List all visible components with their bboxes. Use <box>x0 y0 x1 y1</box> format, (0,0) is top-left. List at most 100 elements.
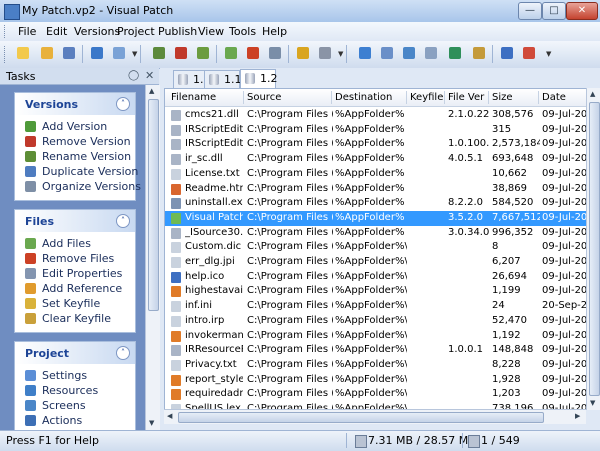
table-row[interactable]: Visual Patch.... C:\Program Files (...%Ap… <box>165 210 587 226</box>
build-icon[interactable] <box>294 44 312 62</box>
task-remove-files[interactable]: Remove Files <box>15 251 135 266</box>
column-resize-handle[interactable] <box>406 91 407 104</box>
column-header-filename[interactable]: Filename <box>171 92 216 103</box>
menu-view[interactable]: View <box>198 25 224 38</box>
task-add-version[interactable]: Add Version <box>15 119 135 134</box>
help-icon[interactable] <box>498 44 516 62</box>
table-row[interactable]: report_style... C:\Program Files (...%App… <box>165 373 587 388</box>
table-row[interactable]: Privacy.txt C:\Program Files (...%AppFold… <box>165 358 587 373</box>
task-add-reference[interactable]: Add Reference <box>15 281 135 296</box>
tasks-scrollbar[interactable]: ▲ ▼ <box>145 85 160 430</box>
rename-version-icon[interactable] <box>194 44 212 62</box>
tab-version-1-0[interactable]: 1.0 <box>173 70 211 88</box>
globe-icon[interactable] <box>446 44 464 62</box>
task-set-keyfile[interactable]: Set Keyfile <box>15 296 135 311</box>
column-header-source[interactable]: Source <box>247 92 281 103</box>
task-add-files[interactable]: Add Files <box>15 236 135 251</box>
menu-help[interactable]: Help <box>262 25 287 38</box>
menu-file[interactable]: File <box>18 25 36 38</box>
task-duplicate-version[interactable]: Duplicate Version <box>15 164 138 179</box>
column-resize-handle[interactable] <box>488 91 489 104</box>
pin-icon[interactable]: ◯ <box>128 70 139 81</box>
dropdown-arrow-icon[interactable]: ▼ <box>338 50 343 58</box>
table-row[interactable]: err_dlg.jpi C:\Program Files (...%AppFold… <box>165 255 587 270</box>
menu-edit[interactable]: Edit <box>46 25 67 38</box>
task-edit-properties[interactable]: Edit Properties <box>15 266 135 281</box>
task-clear-keyfile[interactable]: Clear Keyfile <box>15 311 135 326</box>
scroll-up-icon[interactable]: ▲ <box>149 87 154 95</box>
column-header-size[interactable]: Size <box>492 92 513 103</box>
check-icon[interactable] <box>356 44 374 62</box>
column-header-keyfile[interactable]: Keyfile <box>410 92 443 103</box>
column-header-destination[interactable]: Destination <box>335 92 392 103</box>
tab-version-1-1[interactable]: 1.1 <box>204 70 242 88</box>
remove-file-icon[interactable] <box>244 44 262 62</box>
publish-icon[interactable] <box>520 44 538 62</box>
attach-icon[interactable] <box>378 44 396 62</box>
table-row[interactable]: invokermani... C:\Program Files (...%AppF… <box>165 329 587 344</box>
task-actions[interactable]: Actions <box>15 413 135 428</box>
screen-icon[interactable] <box>400 44 418 62</box>
scroll-left-icon[interactable]: ◀ <box>167 412 172 420</box>
tasks-scroll-thumb[interactable] <box>148 99 159 311</box>
scroll-right-icon[interactable]: ▶ <box>575 412 580 420</box>
horizontal-scrollbar[interactable]: ◀ ▶ <box>164 409 586 424</box>
table-row[interactable]: requiredadmi... C:\Program Files (...%App… <box>165 387 587 402</box>
new-icon[interactable] <box>14 44 32 62</box>
table-row[interactable]: _ISource30.dll C:\Program Files (...%AppF… <box>165 226 587 241</box>
table-row[interactable]: ir_sc.dll C:\Program Files (...%AppFolder… <box>165 152 587 167</box>
table-row[interactable]: cmcs21.dll C:\Program Files (...%AppFolde… <box>165 108 587 123</box>
toolbar-gripper[interactable] <box>4 46 8 63</box>
menu-gripper[interactable] <box>4 25 8 38</box>
task-rename-version[interactable]: Rename Version <box>15 149 135 164</box>
column-resize-handle[interactable] <box>331 91 332 104</box>
dropdown-arrow-icon[interactable]: ▼ <box>132 50 137 58</box>
table-row[interactable]: Readme.htm C:\Program Files (...%AppFolde… <box>165 182 587 197</box>
menu-publish[interactable]: Publish <box>158 25 197 38</box>
column-resize-handle[interactable] <box>538 91 539 104</box>
add-version-icon[interactable] <box>150 44 168 62</box>
table-row[interactable]: inf.ini C:\Program Files (...%AppFolder%\… <box>165 299 587 314</box>
task-group-header[interactable]: Files ˄ <box>15 210 135 232</box>
column-resize-handle[interactable] <box>444 91 445 104</box>
task-remove-version[interactable]: Remove Version <box>15 134 135 149</box>
table-row[interactable]: highestavaila... C:\Program Files (...%Ap… <box>165 284 587 299</box>
close-button[interactable]: ✕ <box>566 2 598 20</box>
add-file-icon[interactable] <box>222 44 240 62</box>
table-row[interactable]: IRResourceR... C:\Program Files (...%AppF… <box>165 343 587 358</box>
remove-version-icon[interactable] <box>172 44 190 62</box>
task-organize-versions[interactable]: Organize Versions <box>15 179 141 194</box>
minimize-button[interactable]: — <box>518 2 542 20</box>
collapse-chevron-icon[interactable]: ˄ <box>116 346 130 360</box>
column-header-file-ver[interactable]: File Ver <box>448 92 484 103</box>
task-screens[interactable]: Screens <box>15 398 135 413</box>
menu-tools[interactable]: Tools <box>229 25 256 38</box>
table-row[interactable]: Custom.dic C:\Program Files (...%AppFolde… <box>165 240 587 255</box>
scroll-up-icon[interactable]: ▲ <box>590 90 595 98</box>
dropdown-arrow-icon[interactable]: ▼ <box>546 50 551 58</box>
scroll-down-icon[interactable]: ▼ <box>149 419 154 427</box>
task-resources[interactable]: Resources <box>15 383 135 398</box>
file-properties-icon[interactable] <box>266 44 284 62</box>
close-panel-icon[interactable]: ✕ <box>145 69 154 82</box>
save-icon[interactable] <box>60 44 78 62</box>
table-row[interactable]: help.ico C:\Program Files (...%AppFolder%… <box>165 270 587 285</box>
tab-version-1-2[interactable]: 1.2 <box>240 69 278 89</box>
scroll-down-icon[interactable]: ▼ <box>590 399 595 407</box>
maximize-button[interactable]: □ <box>542 2 566 20</box>
table-row[interactable]: License.txt C:\Program Files (...%AppFold… <box>165 167 587 182</box>
settings-gear-icon[interactable] <box>316 44 334 62</box>
vertical-scrollbar[interactable]: ▲ ▼ <box>586 88 600 410</box>
redo-icon[interactable] <box>110 44 128 62</box>
vertical-scroll-thumb[interactable] <box>589 102 600 396</box>
menu-versions[interactable]: Versions <box>74 25 120 38</box>
task-group-header[interactable]: Versions ˄ <box>15 93 135 115</box>
list-icon[interactable] <box>422 44 440 62</box>
undo-icon[interactable] <box>88 44 106 62</box>
menu-project[interactable]: Project <box>117 25 155 38</box>
package-icon[interactable] <box>470 44 488 62</box>
collapse-chevron-icon[interactable]: ˄ <box>116 214 130 228</box>
table-row[interactable]: IRScriptEdito... C:\Program Files (...%Ap… <box>165 137 587 152</box>
table-row[interactable]: IRScriptEdito... C:\Program Files (...%Ap… <box>165 123 587 138</box>
task-group-header[interactable]: Project ˄ <box>15 342 135 364</box>
